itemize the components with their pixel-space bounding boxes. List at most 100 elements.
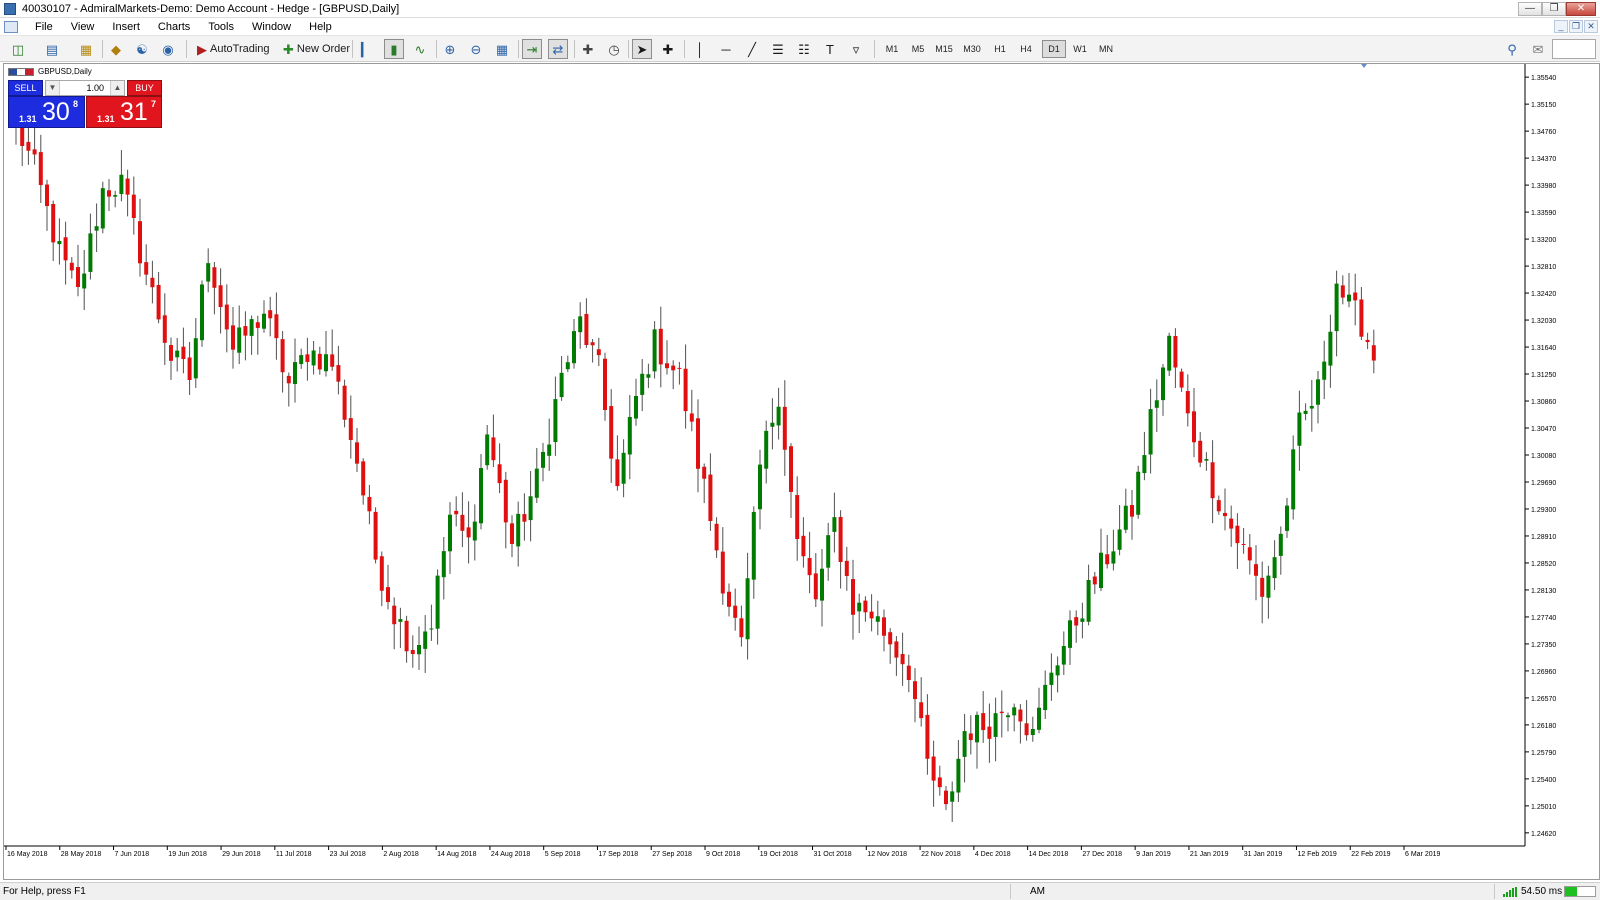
timeframe-mn[interactable]: MN — [1094, 40, 1118, 58]
bear-candle — [355, 442, 359, 464]
sell-button[interactable]: SELL — [8, 80, 43, 96]
buy-button[interactable]: BUY — [127, 80, 162, 96]
lot-increase-button[interactable]: ▲ — [110, 81, 124, 95]
bull-candle — [1297, 412, 1302, 446]
bull-candle — [1136, 471, 1141, 515]
fibonacci-button[interactable]: ☷ — [794, 39, 814, 59]
horizontal-line-icon: ─ — [721, 41, 731, 57]
menu-charts[interactable]: Charts — [149, 21, 199, 33]
lot-size-field[interactable]: ▼ 1.00 ▲ — [45, 80, 125, 96]
profile-name: AM — [1030, 886, 1045, 897]
zoom-in-button[interactable]: ⊕ — [440, 39, 460, 59]
time-tick-label: 27 Sep 2018 — [652, 851, 692, 858]
timeframe-m15[interactable]: M15 — [932, 40, 956, 58]
time-tick-label: 11 Jul 2018 — [276, 851, 312, 858]
lot-decrease-button[interactable]: ▼ — [46, 81, 60, 95]
restore-button[interactable]: ❐ — [1542, 2, 1566, 16]
new-order-button[interactable]: ✚ New Order — [278, 39, 355, 59]
bar-chart-button[interactable]: ▎ — [356, 39, 376, 59]
bull-candle — [1309, 405, 1314, 409]
cursor-button[interactable]: ➤ — [632, 39, 652, 59]
bear-candle — [844, 560, 849, 577]
timeframe-d1[interactable]: D1 — [1042, 40, 1066, 58]
lot-size-value[interactable]: 1.00 — [62, 81, 108, 95]
bear-candle — [107, 190, 111, 197]
candlestick-chart[interactable]: 1.35540 1.35150 1.34760 1.34370 1.33980 1.335… — [4, 64, 1599, 879]
bear-candle — [1371, 345, 1376, 361]
timeframe-m30[interactable]: M30 — [960, 40, 984, 58]
profiles-button[interactable]: ▤ — [42, 39, 62, 59]
bear-candle — [522, 514, 527, 522]
trendline-button[interactable]: ╱ — [742, 39, 762, 59]
time-tick-label: 9 Oct 2018 — [706, 851, 740, 858]
line-chart-icon: ∿ — [414, 41, 426, 57]
indicators-button[interactable]: ✚ — [578, 39, 598, 59]
bear-candle — [131, 194, 136, 218]
data-window-button[interactable]: ◆ — [106, 39, 126, 59]
vertical-line-button[interactable]: │ — [690, 39, 710, 59]
menu-insert[interactable]: Insert — [103, 21, 149, 33]
search-icon: ⚲ — [1507, 41, 1517, 57]
menu-help[interactable]: Help — [300, 21, 341, 33]
shapes-button[interactable]: ▿ — [846, 39, 866, 59]
quick-search-input[interactable] — [1552, 39, 1596, 59]
channel-button[interactable]: ☰ — [768, 39, 788, 59]
bear-candle — [317, 353, 322, 370]
timeframe-h1[interactable]: H1 — [988, 40, 1012, 58]
autotrading-button[interactable]: ▶ AutoTrading — [192, 39, 275, 59]
close-button[interactable]: ✕ — [1566, 2, 1596, 16]
mdi-close-button[interactable]: ✕ — [1584, 20, 1598, 33]
sell-price-button[interactable]: 1.31 30 8 — [8, 96, 85, 128]
line-chart-button[interactable]: ∿ — [410, 39, 430, 59]
bear-candle — [144, 262, 149, 275]
menu-view[interactable]: View — [62, 21, 104, 33]
tile-windows-button[interactable]: ▦ — [492, 39, 512, 59]
candlestick-chart-button[interactable]: ▮ — [384, 39, 404, 59]
bear-candle — [671, 365, 676, 371]
bull-candle — [324, 354, 328, 372]
bear-candle — [26, 141, 31, 151]
bull-candle — [962, 731, 967, 757]
chat-button[interactable]: ✉ — [1528, 39, 1548, 59]
toolbar: ◫ ▤ ▦ ◆ ☯ ◉ ▶ AutoTrading ✚ New Order ▎ … — [0, 36, 1600, 62]
sell-price-fraction: 8 — [73, 99, 79, 109]
timeframe-m5[interactable]: M5 — [906, 40, 930, 58]
time-tick-label: 12 Nov 2018 — [867, 851, 907, 858]
mdi-minimize-button[interactable]: _ — [1554, 20, 1568, 33]
minimize-button[interactable]: — — [1518, 2, 1542, 16]
menu-tools[interactable]: Tools — [199, 21, 243, 33]
connection-progress-bar — [1564, 886, 1596, 897]
menu-file[interactable]: File — [26, 21, 62, 33]
price-tick-label: 1.30080 — [1531, 453, 1556, 460]
horizontal-line-button[interactable]: ─ — [716, 39, 736, 59]
terminal-button[interactable]: ◉ — [158, 39, 178, 59]
price-tick-label: 1.26570 — [1531, 696, 1556, 703]
search-button[interactable]: ⚲ — [1502, 39, 1522, 59]
menu-window[interactable]: Window — [243, 21, 300, 33]
auto-scroll-button[interactable]: ⇥ — [522, 39, 542, 59]
mdi-restore-button[interactable]: ❐ — [1569, 20, 1583, 33]
chart-window[interactable]: 1.35540 1.35150 1.34760 1.34370 1.33980 1.335… — [3, 63, 1600, 880]
timeframe-h4[interactable]: H4 — [1014, 40, 1038, 58]
crosshair-button[interactable]: ✚ — [658, 39, 678, 59]
zoom-out-button[interactable]: ⊖ — [466, 39, 486, 59]
market-watch-button[interactable]: ▦ — [76, 39, 96, 59]
timeframe-m1[interactable]: M1 — [880, 40, 904, 58]
chart-window-icon[interactable] — [4, 20, 18, 33]
time-tick-label: 2 Aug 2018 — [383, 851, 419, 858]
bull-candle — [547, 444, 552, 456]
buy-price-button[interactable]: 1.31 31 7 — [86, 96, 162, 128]
navigator-button[interactable]: ☯ — [132, 39, 152, 59]
timeframe-w1[interactable]: W1 — [1068, 40, 1092, 58]
chart-shift-button[interactable]: ⇄ — [548, 39, 568, 59]
bear-candle — [330, 354, 335, 367]
new-chart-button[interactable]: ◫ — [8, 39, 28, 59]
text-tool-button[interactable]: T — [820, 39, 840, 59]
bear-candle — [1198, 440, 1203, 463]
bull-candle — [993, 713, 998, 737]
autotrading-icon: ▶ — [197, 41, 207, 57]
bear-candle — [181, 346, 186, 360]
bear-candle — [305, 354, 310, 362]
bull-candle — [652, 329, 657, 372]
periods-button[interactable]: ◷ — [604, 39, 624, 59]
